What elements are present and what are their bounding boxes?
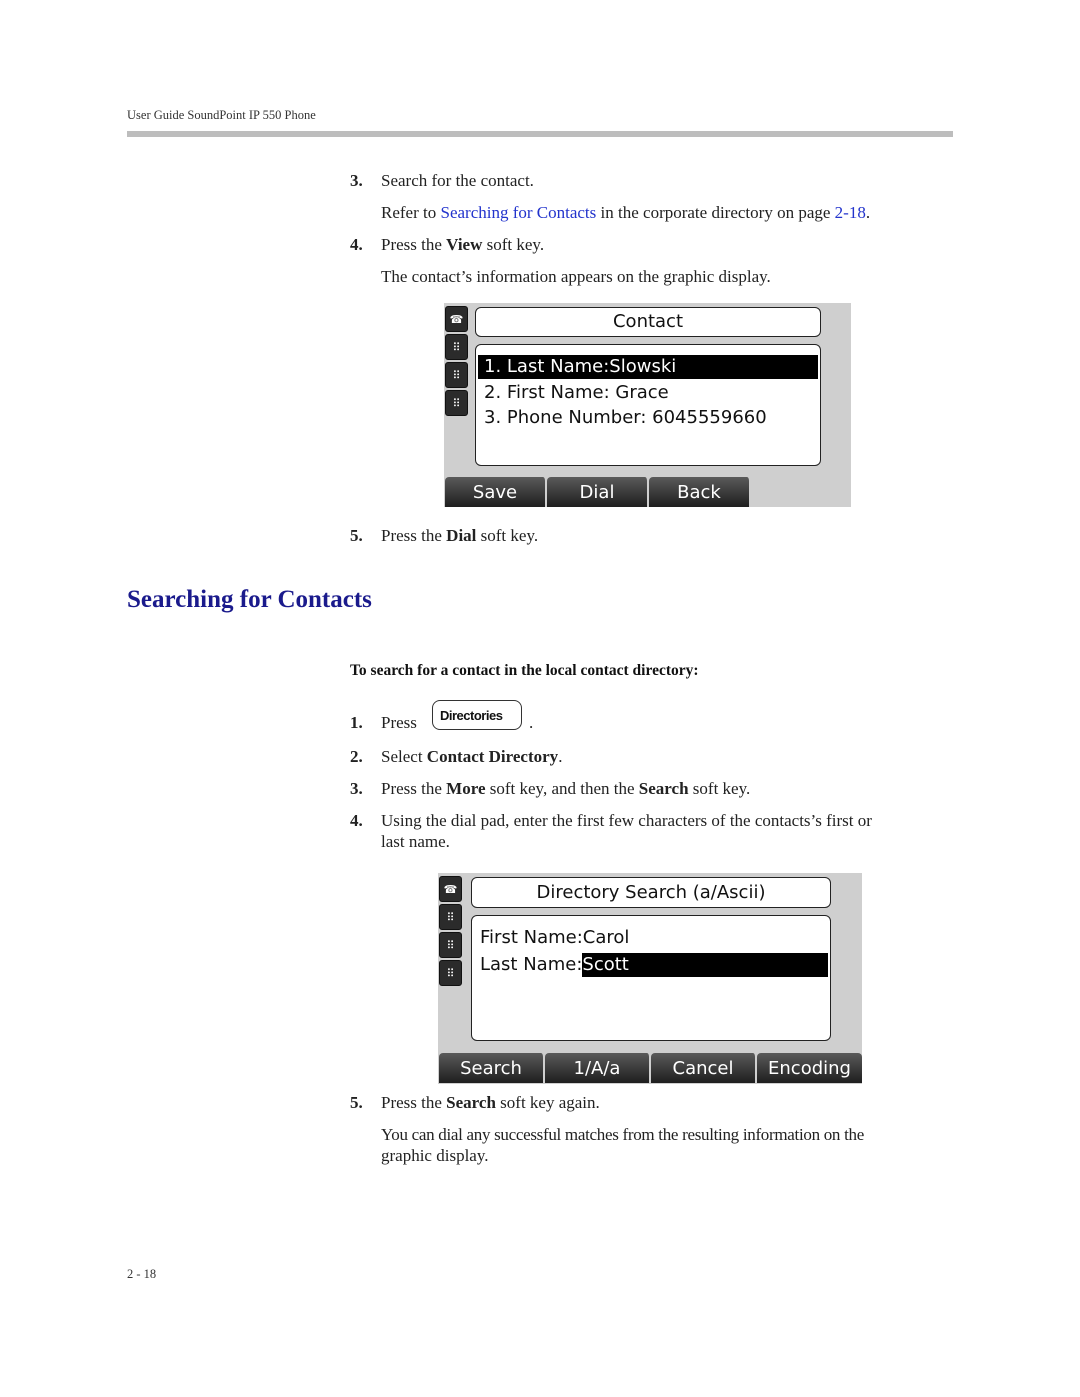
screen-title: Directory Search (a/Ascii): [471, 877, 831, 908]
step-text: Press the View soft key.: [381, 235, 545, 254]
page-number: 2 - 18: [127, 1267, 157, 1281]
keypad-icon: ⠿: [445, 390, 468, 416]
step-text: Select Contact Directory.: [381, 747, 563, 766]
search-form: First Name:Carol Last Name:Scott: [471, 915, 831, 1041]
directories-key-icon: Directories: [432, 700, 522, 730]
encoding-softkey[interactable]: Encoding: [757, 1053, 862, 1083]
line-keys: ☎ ⠿ ⠿ ⠿: [439, 876, 462, 988]
step-number: 3.: [350, 779, 363, 798]
first-name-field[interactable]: First Name:Carol: [480, 926, 828, 950]
step-text: Press: [381, 713, 417, 732]
step-text: Press the Search soft key again.: [381, 1093, 600, 1112]
handset-icon: ☎: [439, 876, 462, 902]
header-rule: [127, 131, 953, 137]
step-number: 2.: [350, 747, 363, 766]
contact-details: 1. Last Name:Slowski 2. First Name: Grac…: [475, 344, 821, 466]
mode-softkey[interactable]: 1/A/a: [545, 1053, 651, 1083]
handset-icon: ☎: [445, 306, 468, 332]
step-number: 5.: [350, 1093, 363, 1112]
step-text: Search for the contact.: [381, 171, 534, 190]
keypad-icon: ⠿: [445, 362, 468, 388]
first-name-value[interactable]: Carol: [583, 927, 630, 948]
step-number: 4.: [350, 235, 363, 254]
procedure-heading: To search for a contact in the local con…: [350, 662, 699, 679]
keypad-icon: ⠿: [439, 904, 462, 930]
step-1-period: .: [529, 713, 534, 732]
save-softkey[interactable]: Save: [445, 477, 547, 507]
dial-softkey[interactable]: Dial: [547, 477, 649, 507]
searching-for-contacts-link[interactable]: Searching for Contacts: [440, 203, 596, 222]
cancel-softkey[interactable]: Cancel: [651, 1053, 757, 1083]
step-number: 4.: [350, 811, 363, 830]
keypad-icon: ⠿: [439, 960, 462, 986]
section-heading: Searching for Contacts: [127, 586, 372, 613]
softkey-bar: Save Dial Back: [445, 477, 751, 507]
phone-screen-directory-search: ☎ ⠿ ⠿ ⠿ Directory Search (a/Ascii) First…: [438, 873, 862, 1084]
keypad-icon: ⠿: [445, 334, 468, 360]
refer-paragraph: Refer to Searching for Contacts in the c…: [381, 203, 871, 222]
phone-screen-contact: ☎ ⠿ ⠿ ⠿ Contact 1. Last Name:Slowski 2. …: [444, 303, 851, 507]
step-text: Press the Dial soft key.: [381, 526, 539, 545]
contact-line[interactable]: 3. Phone Number: 6045559660: [484, 406, 818, 430]
running-header: User Guide SoundPoint IP 550 Phone: [127, 108, 316, 122]
step-number: 3.: [350, 171, 363, 190]
step-text: Press the More soft key, and then the Se…: [381, 779, 751, 798]
line-keys: ☎ ⠿ ⠿ ⠿: [445, 306, 468, 418]
contact-line-selected[interactable]: 1. Last Name:Slowski: [478, 355, 818, 379]
screen-title: Contact: [475, 307, 821, 337]
info-paragraph: The contact’s information appears on the…: [381, 267, 771, 286]
softkey-bar: Search 1/A/a Cancel Encoding: [439, 1053, 862, 1083]
page-2-18-link[interactable]: 2-18: [835, 203, 866, 222]
last-name-field[interactable]: Last Name:Scott: [480, 953, 828, 977]
search-softkey[interactable]: Search: [439, 1053, 545, 1083]
step-text-continued: last name.: [381, 832, 450, 851]
step-number: 5.: [350, 526, 363, 545]
step-number: 1.: [350, 713, 363, 732]
back-softkey[interactable]: Back: [649, 477, 751, 507]
contact-line[interactable]: 2. First Name: Grace: [484, 381, 818, 405]
step-text: Using the dial pad, enter the first few …: [381, 811, 872, 830]
result-paragraph-continued: graphic display.: [381, 1146, 489, 1165]
result-paragraph: You can dial any successful matches from…: [381, 1125, 864, 1144]
keypad-icon: ⠿: [439, 932, 462, 958]
last-name-value-selected[interactable]: Scott: [582, 953, 828, 977]
